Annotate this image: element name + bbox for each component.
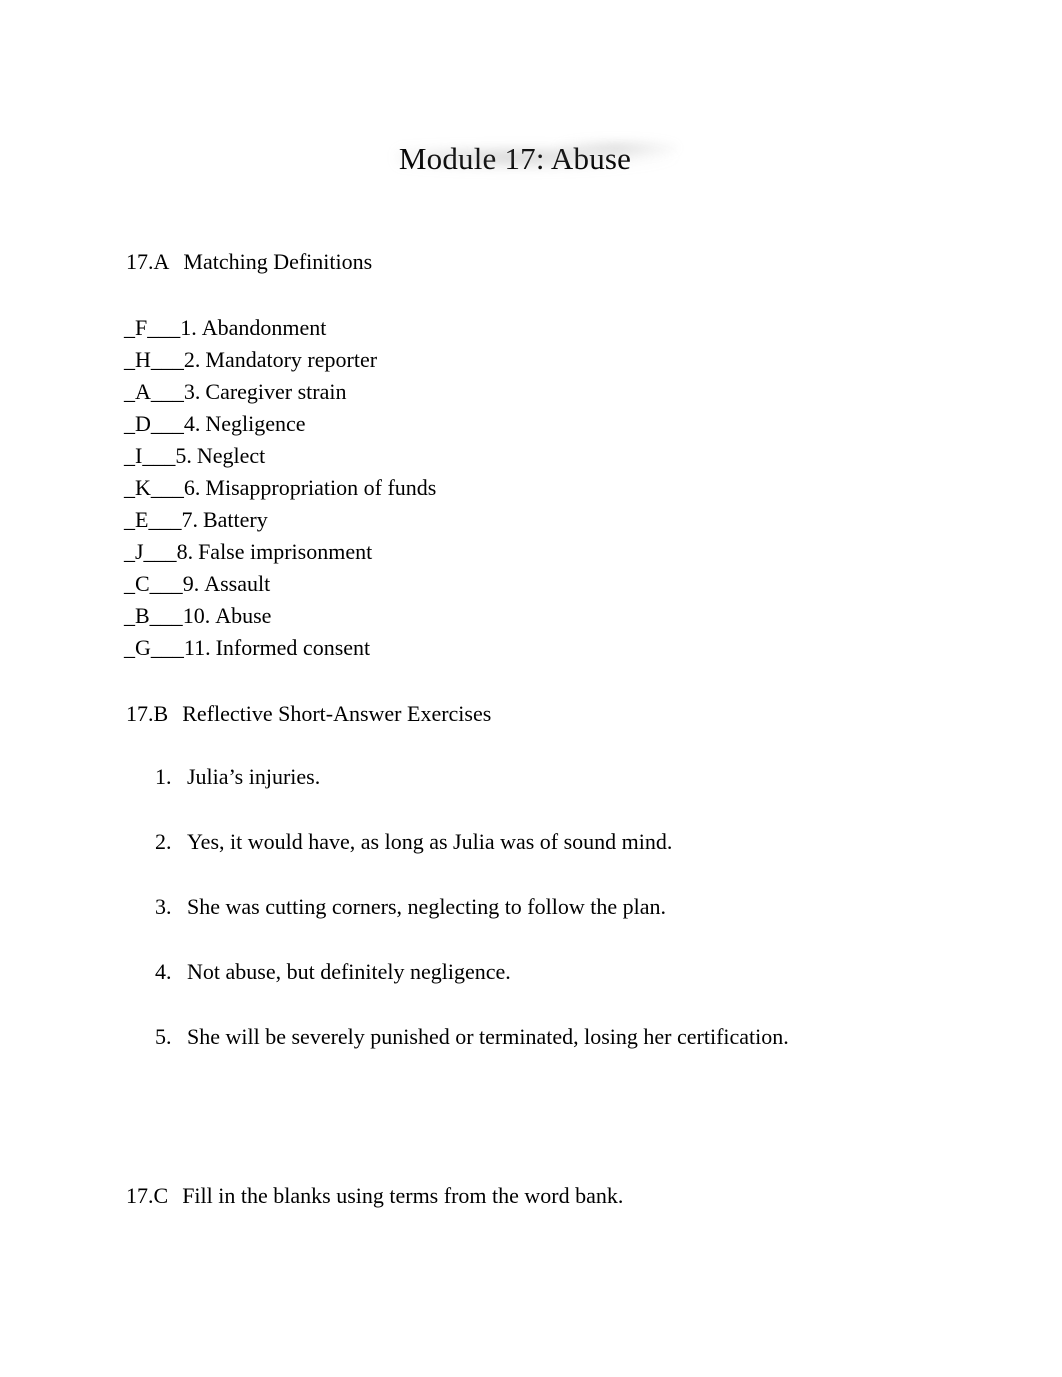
short-answer-row: 2. Yes, it would have, as long as Julia w… bbox=[155, 827, 789, 857]
short-answer-number: 3. bbox=[155, 894, 172, 919]
page-title: Module 17: Abuse bbox=[398, 140, 632, 176]
matching-answer-blank[interactable]: _G___ bbox=[124, 635, 184, 660]
matching-item-term: Neglect bbox=[196, 443, 266, 468]
short-answer-text: She was cutting corners, neglecting to f… bbox=[187, 894, 666, 919]
short-answer-text: She will be severely punished or termina… bbox=[187, 1024, 789, 1049]
matching-item-term: Abandonment bbox=[201, 315, 327, 340]
short-answer-row: 1. Julia’s injuries. bbox=[155, 762, 789, 792]
matching-answer-blank[interactable]: _C___ bbox=[124, 571, 183, 596]
matching-row: _A___3. Caregiver strain bbox=[124, 376, 436, 408]
short-answer-text: Julia’s injuries. bbox=[187, 764, 321, 789]
matching-answer-blank[interactable]: _H___ bbox=[124, 347, 184, 372]
matching-row: _C___9. Assault bbox=[124, 568, 436, 600]
matching-row: _D___4. Negligence bbox=[124, 408, 436, 440]
matching-answer-blank[interactable]: _J___ bbox=[124, 539, 177, 564]
short-answer-number: 1. bbox=[155, 764, 172, 789]
matching-row: _G___11. Informed consent bbox=[124, 632, 436, 664]
matching-row: _B___10. Abuse bbox=[124, 600, 436, 632]
matching-answer-blank[interactable]: _E___ bbox=[124, 507, 181, 532]
section-a-label: Matching Definitions bbox=[183, 249, 373, 274]
matching-item-term: False imprisonment bbox=[198, 539, 373, 564]
matching-item-number: 10. bbox=[182, 603, 211, 628]
matching-item-number: 5. bbox=[175, 443, 192, 468]
matching-item-term: Caregiver strain bbox=[205, 379, 347, 404]
matching-item-number: 7. bbox=[181, 507, 198, 532]
short-answer-row: 3. She was cutting corners, neglecting to… bbox=[155, 892, 789, 922]
matching-row: _I___5. Neglect bbox=[124, 440, 436, 472]
matching-item-term: Assault bbox=[204, 571, 271, 596]
matching-item-number: 8. bbox=[176, 539, 194, 564]
matching-item-number: 4. bbox=[183, 411, 201, 436]
matching-answer-blank[interactable]: _K___ bbox=[124, 475, 184, 500]
short-answer-text: Not abuse, but definitely negligence. bbox=[187, 959, 511, 984]
section-c-label: Fill in the blanks using terms from the … bbox=[182, 1183, 624, 1208]
matching-item-term: Mandatory reporter bbox=[205, 347, 378, 372]
matching-item-number: 2. bbox=[183, 347, 201, 372]
short-answer-number: 5. bbox=[155, 1024, 172, 1049]
matching-item-term: Abuse bbox=[215, 603, 272, 628]
matching-row: _E___7. Battery bbox=[124, 504, 436, 536]
matching-item-term: Informed consent bbox=[215, 635, 371, 660]
matching-answer-blank[interactable]: _A___ bbox=[124, 379, 184, 404]
matching-row: _F___1. Abandonment bbox=[124, 312, 436, 344]
short-answer-number: 2. bbox=[155, 829, 172, 854]
matching-item-number: 3. bbox=[183, 379, 201, 404]
matching-item-number: 1. bbox=[180, 315, 197, 340]
matching-answer-blank[interactable]: _D___ bbox=[124, 411, 184, 436]
matching-row: _K___6. Misappropriation of funds bbox=[124, 472, 436, 504]
matching-item-term: Misappropriation of funds bbox=[205, 475, 437, 500]
matching-row: _H___2. Mandatory reporter bbox=[124, 344, 436, 376]
section-heading-c: 17.C Fill in the blanks using terms from … bbox=[126, 1181, 623, 1211]
matching-item-number: 9. bbox=[182, 571, 200, 596]
section-b-label: Reflective Short-Answer Exercises bbox=[182, 701, 492, 726]
document-page: Module 17: Abuse 17.A Matching Definition… bbox=[0, 0, 1062, 1377]
matching-answer-blank[interactable]: _F___ bbox=[124, 315, 180, 340]
matching-row: _J___8. False imprisonment bbox=[124, 536, 436, 568]
short-answer-number: 4. bbox=[155, 959, 172, 984]
matching-answer-blank[interactable]: _I___ bbox=[124, 443, 175, 468]
matching-definitions-list: _F___1. Abandonment _H___2. Mandatory repor… bbox=[124, 312, 436, 664]
matching-answer-blank[interactable]: _B___ bbox=[124, 603, 183, 628]
section-heading-b: 17.B Reflective Short-Answer Exercises bbox=[126, 699, 491, 729]
matching-item-number: 6. bbox=[183, 475, 201, 500]
short-answer-list: 1. Julia’s injuries. 2. Yes, it would have,… bbox=[155, 762, 789, 1052]
section-heading-a: 17.A Matching Definitions bbox=[126, 247, 372, 277]
section-a-number: 17.A bbox=[126, 249, 170, 274]
matching-item-number: 11. bbox=[183, 635, 211, 660]
section-c-number: 17.C bbox=[126, 1183, 169, 1208]
short-answer-text: Yes, it would have, as long as Julia was… bbox=[187, 829, 673, 854]
short-answer-row: 5. She will be severely punished or termi… bbox=[155, 1022, 789, 1052]
page-title-container: Module 17: Abuse bbox=[0, 118, 1062, 200]
section-b-number: 17.B bbox=[126, 701, 169, 726]
matching-item-term: Negligence bbox=[205, 411, 306, 436]
short-answer-row: 4. Not abuse, but definitely negligence. bbox=[155, 957, 789, 987]
matching-item-term: Battery bbox=[202, 507, 268, 532]
